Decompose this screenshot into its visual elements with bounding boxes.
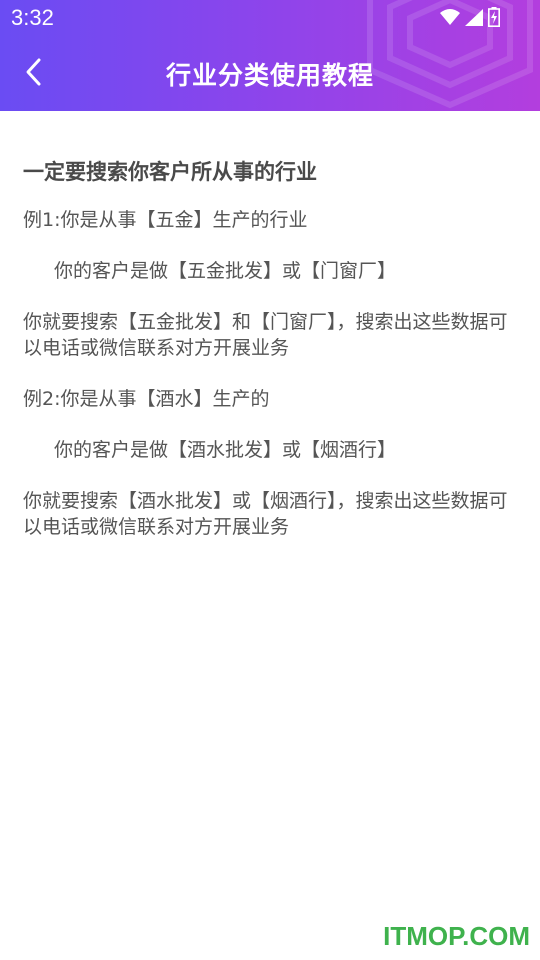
status-icons bbox=[440, 6, 500, 28]
example-2-customer: 你的客户是做【酒水批发】或【烟酒行】 bbox=[54, 439, 397, 461]
example-2-instruction: 你就要搜索【酒水批发】或【烟酒行】，搜索出这些数据可以电话或微信联系对方开展业务 bbox=[23, 490, 508, 538]
status-bar: 3:32 bbox=[0, 0, 540, 38]
app-header: 3:32 行业分类使用教程 bbox=[0, 0, 540, 111]
page-title: 行业分类使用教程 bbox=[165, 61, 374, 90]
example-1-instruction: 你就要搜索【五金批发】和【门窗厂】，搜索出这些数据可以电话或微信联系对方开展业务 bbox=[23, 311, 508, 359]
nav-bar: 行业分类使用教程 bbox=[0, 38, 540, 111]
wifi-icon bbox=[440, 9, 460, 25]
battery-charging-icon bbox=[488, 7, 500, 27]
status-time: 3:32 bbox=[11, 5, 54, 30]
site-watermark: ITMOP.COM bbox=[383, 921, 530, 951]
example-2-title: 例2:你是从事【酒水】生产的 bbox=[23, 388, 270, 410]
example-1-title: 例1:你是从事【五金】生产的行业 bbox=[23, 209, 308, 231]
tutorial-content: 一定要搜索你客户所从事的行业 例1:你是从事【五金】生产的行业 你的客户是做【五… bbox=[23, 157, 518, 565]
cellular-signal-icon bbox=[465, 8, 483, 26]
tutorial-heading: 一定要搜索你客户所从事的行业 bbox=[23, 160, 317, 184]
example-1-customer: 你的客户是做【五金批发】或【门窗厂】 bbox=[54, 260, 397, 282]
